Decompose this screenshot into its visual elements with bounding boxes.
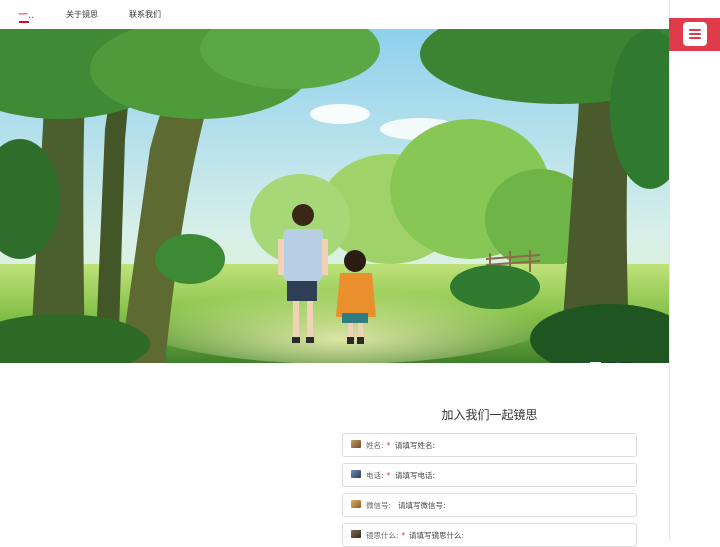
- menu-button[interactable]: [669, 18, 720, 51]
- right-rail: [669, 0, 720, 540]
- name-field: 姓名: *: [342, 433, 637, 457]
- avatar-icon: [351, 470, 361, 478]
- carousel-dot[interactable]: 1: [590, 362, 601, 363]
- banner-illustration: [0, 29, 669, 363]
- nav-link-contact[interactable]: 联系我们: [129, 9, 161, 20]
- wechat-field: 微信号:: [342, 493, 637, 517]
- hamburger-menu-icon: [683, 22, 707, 46]
- field-label: 镜思什么: *: [366, 531, 406, 540]
- phone-field: 电话: *: [342, 463, 637, 487]
- nav-active-indicator: [19, 21, 29, 23]
- avatar-icon: [351, 500, 361, 508]
- hero-banner: 1 2 3: [0, 29, 669, 363]
- avatar-icon: [351, 530, 361, 538]
- field-label: 姓名: *: [366, 441, 391, 450]
- name-input[interactable]: [395, 437, 625, 453]
- field-label: 微信号:: [366, 501, 392, 510]
- nav-link-about[interactable]: 关于镜思: [66, 9, 98, 20]
- top-nav: 一.. 关于镜思 联系我们: [0, 0, 669, 29]
- field-label: 电话: *: [366, 471, 391, 480]
- form-title: 加入我们一起镜思: [441, 408, 538, 422]
- phone-input[interactable]: [395, 467, 625, 483]
- topic-field: 镜思什么: *: [342, 523, 637, 547]
- carousel-dot[interactable]: 2: [606, 362, 616, 363]
- carousel-dot[interactable]: 3: [621, 362, 631, 363]
- topic-input[interactable]: [409, 527, 629, 543]
- avatar-icon: [351, 440, 361, 448]
- carousel-pagination: 1 2 3: [590, 362, 631, 363]
- wechat-input[interactable]: [398, 497, 628, 513]
- nav-home-link[interactable]: 一..: [18, 6, 34, 21]
